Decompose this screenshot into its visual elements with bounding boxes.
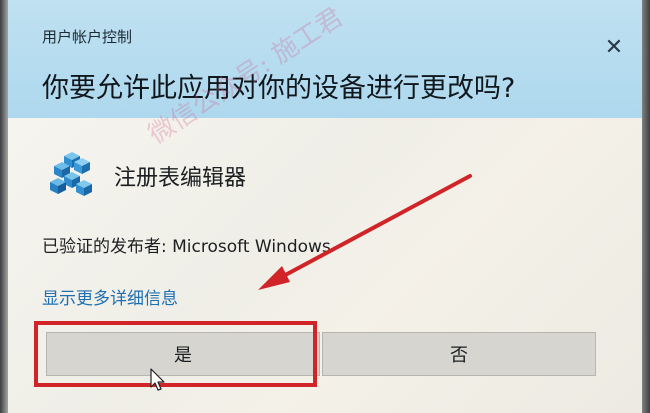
publisher-line: 已验证的发布者: Microsoft Windows: [42, 237, 331, 257]
close-icon[interactable]: ✕: [602, 36, 626, 60]
dialog-header: 用户帐户控制 ✕ 你要允许此应用对你的设备进行更改吗?: [8, 0, 642, 118]
window-title: 用户帐户控制: [42, 28, 133, 46]
no-button[interactable]: 否: [322, 332, 596, 376]
page-title: 你要允许此应用对你的设备进行更改吗?: [42, 73, 516, 104]
mouse-cursor-icon: [150, 368, 165, 391]
show-details-link[interactable]: 显示更多详细信息: [42, 284, 178, 309]
registry-editor-icon: [50, 152, 92, 196]
annotation-highlight-box: [34, 321, 317, 387]
no-button-label: 否: [450, 345, 468, 366]
app-name: 注册表编辑器: [114, 166, 247, 191]
